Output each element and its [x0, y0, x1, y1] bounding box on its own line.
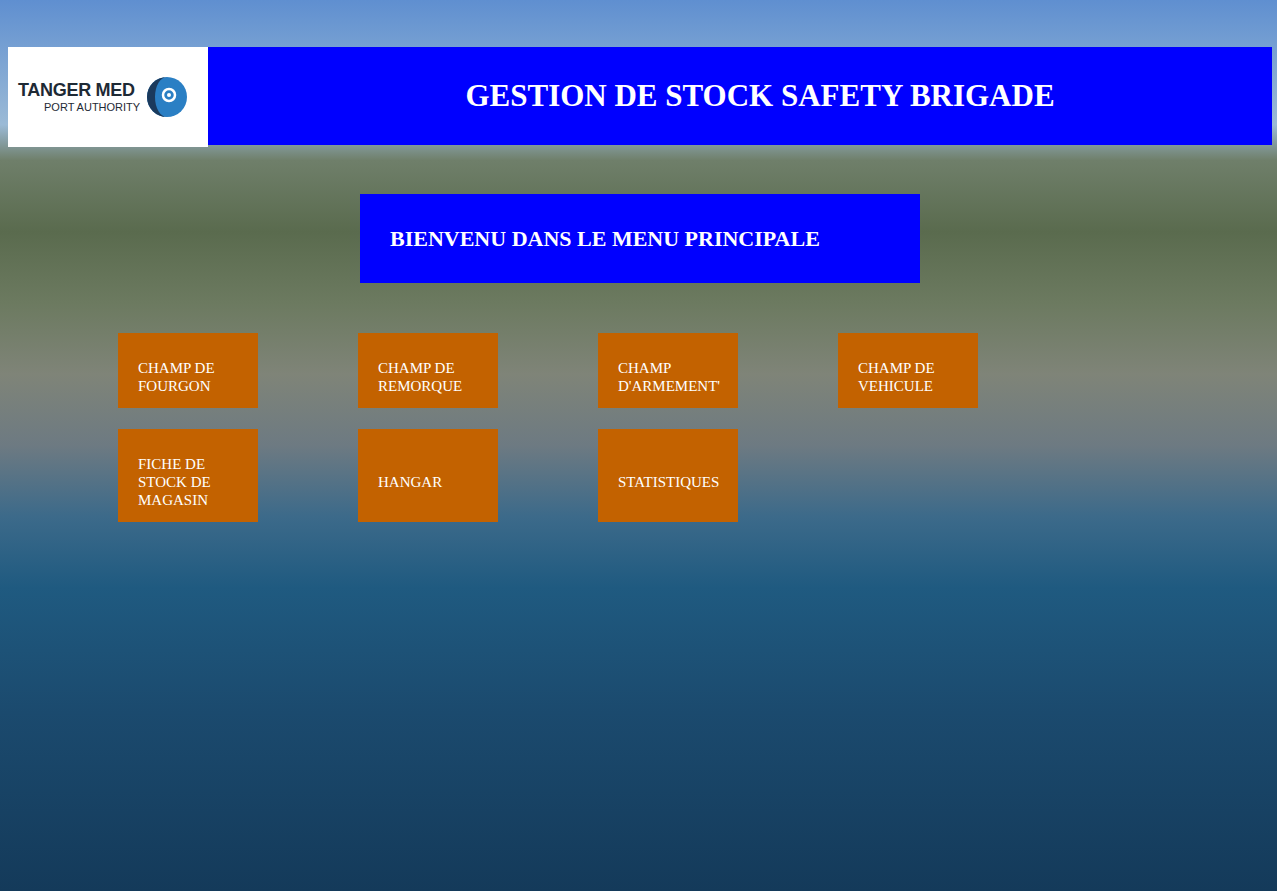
menu-button[interactable]: STATISTIQUES: [598, 429, 738, 522]
menu-row: CHAMP DE FOURGON CHAMP DE REMORQUE CHAMP D…: [118, 333, 1272, 408]
welcome-banner: BIENVENU DANS LE MENU PRINCIPALE: [360, 194, 920, 283]
menu-button[interactable]: CHAMP DE VEHICULE: [838, 333, 978, 408]
logo-text: TANGER MED PORT AUTHORITY: [18, 81, 140, 113]
menu-button[interactable]: HANGAR: [358, 429, 498, 522]
page-title: GESTION DE STOCK SAFETY BRIGADE: [425, 77, 1054, 114]
logo: TANGER MED PORT AUTHORITY: [8, 47, 208, 147]
main-menu: CHAMP DE FOURGON CHAMP DE REMORQUE CHAMP D…: [118, 333, 1272, 522]
logo-subtitle: PORT AUTHORITY: [18, 102, 140, 113]
menu-row: FICHE DE STOCK DE MAGASIN HANGAR STATISTIQ…: [118, 429, 1272, 522]
menu-button[interactable]: CHAMP DE REMORQUE: [358, 333, 498, 408]
menu-button[interactable]: CHAMP D'ARMEMENT': [598, 333, 738, 408]
port-photo: TANGER MED PORT AUTHORITY GESTION DE STOCK…: [0, 0, 1277, 891]
title-bar: GESTION DE STOCK SAFETY BRIGADE: [208, 47, 1272, 145]
header-bar: TANGER MED PORT AUTHORITY GESTION DE STOCK…: [8, 47, 1272, 145]
logo-name: TANGER MED: [18, 81, 140, 99]
globe-logo-icon: [146, 76, 188, 118]
menu-button[interactable]: FICHE DE STOCK DE MAGASIN: [118, 429, 258, 522]
menu-button[interactable]: CHAMP DE FOURGON: [118, 333, 258, 408]
